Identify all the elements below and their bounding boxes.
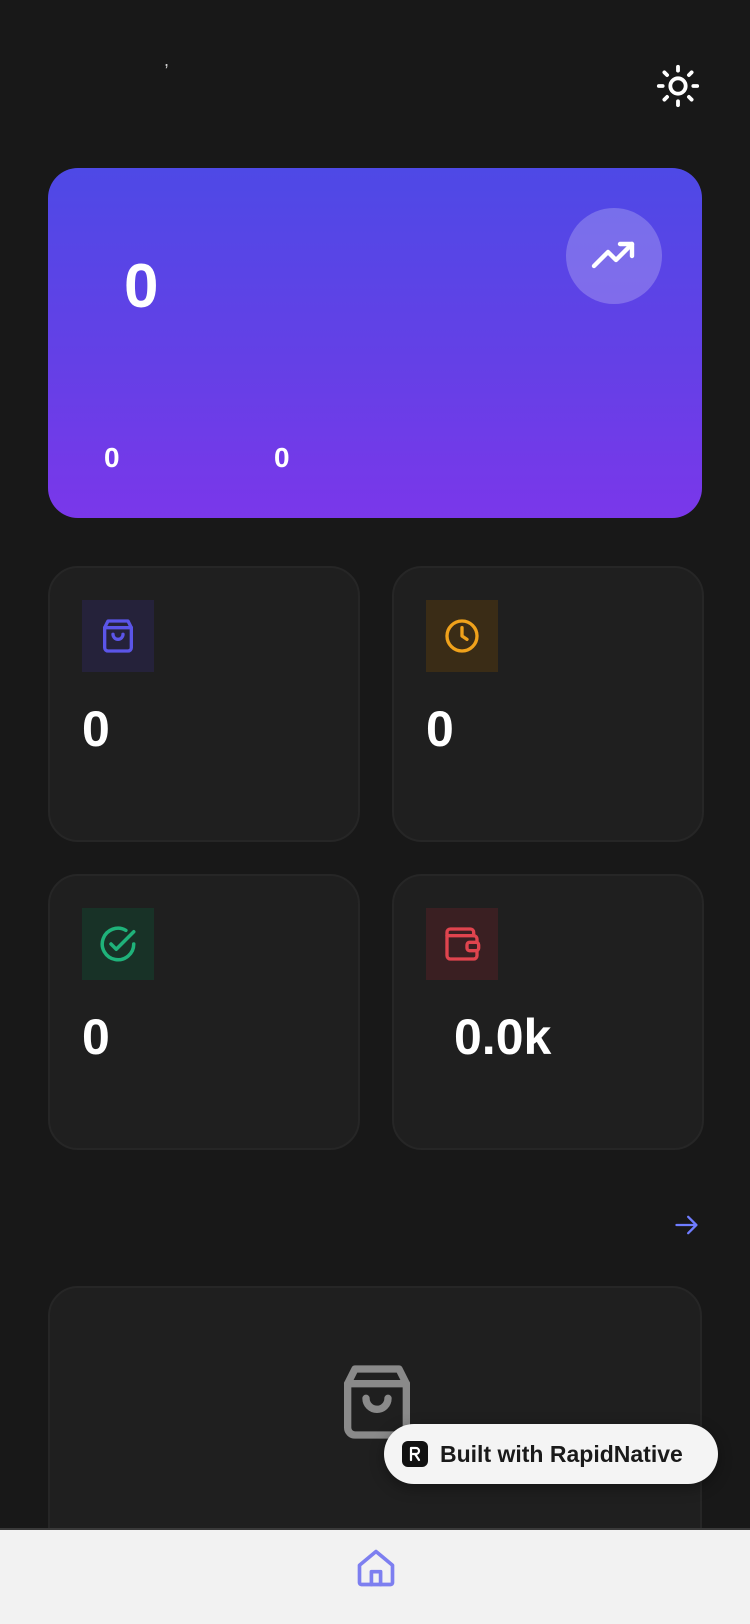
built-with-label: Built with RapidNative [440, 1440, 683, 1467]
summary-card: 0 0 0 [48, 168, 702, 518]
stat-value: 0 [82, 1009, 110, 1065]
sun-icon [656, 64, 700, 108]
tab-home[interactable] [352, 1544, 400, 1592]
trending-up-icon [591, 241, 635, 269]
wallet-icon [445, 927, 481, 961]
theme-toggle-button[interactable] [650, 58, 706, 114]
stat-card-completed[interactable]: 0 [48, 874, 360, 1150]
stat-card-pending[interactable]: 0 [392, 566, 704, 842]
stat-card-revenue[interactable]: 0.0k [392, 874, 704, 1150]
home-icon [357, 1549, 395, 1587]
arrow-right-icon [675, 1215, 698, 1235]
dashboard-screen: , 0 0 0 0 0 0 0.0k Built with RapidNativ… [0, 0, 750, 1624]
built-with-badge[interactable]: Built with RapidNative [384, 1424, 718, 1484]
stat-value: 0 [82, 701, 110, 757]
stat-icon-box [426, 600, 498, 672]
check-circle-icon [100, 926, 136, 962]
trend-badge [566, 208, 662, 304]
stat-value: 0.0k [454, 1009, 552, 1065]
stat-icon-box [82, 908, 154, 980]
summary-main-value: 0 [124, 252, 159, 321]
shopping-bag-icon [103, 619, 133, 653]
greeting-text: , [164, 50, 170, 70]
summary-sub-value-1: 0 [104, 442, 120, 473]
see-all-button[interactable] [670, 1208, 704, 1242]
stat-icon-box [426, 908, 498, 980]
rapidnative-logo-icon [402, 1441, 428, 1467]
bottom-tab-bar [0, 1528, 750, 1624]
summary-sub-value-2: 0 [274, 442, 290, 473]
stat-icon-box [82, 600, 154, 672]
clock-icon [445, 619, 479, 653]
stat-value: 0 [426, 701, 454, 757]
stat-card-orders[interactable]: 0 [48, 566, 360, 842]
